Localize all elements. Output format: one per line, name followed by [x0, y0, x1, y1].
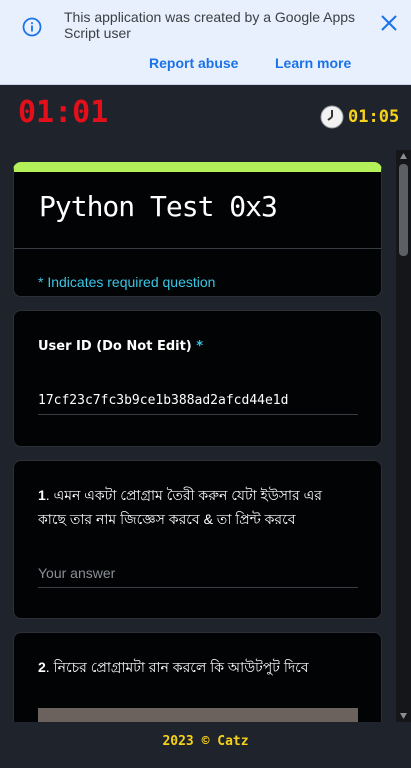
scroll-up-arrow-icon[interactable]	[399, 152, 408, 160]
report-abuse-link[interactable]: Report abuse	[149, 55, 238, 71]
title-divider	[14, 248, 381, 249]
form-title: Python Test 0x3	[39, 190, 278, 223]
required-asterisk: *	[196, 339, 204, 354]
question-2-number: 2	[38, 659, 46, 675]
question-1-number: 1	[38, 487, 46, 503]
question-2-text: নিচের প্রোগ্রামটা রান করলে কি আউটপুট দিব…	[53, 659, 309, 675]
scrollbar-thumb[interactable]	[399, 164, 408, 256]
question-label-user-id: User ID (Do Not Edit) *	[38, 335, 203, 359]
remaining-timer-value: 01:05	[348, 107, 400, 127]
remaining-timer: 01:05	[320, 105, 399, 129]
question-card-2: 2. নিচের প্রোগ্রামটা রান করলে কি আউটপুট …	[13, 632, 382, 722]
question-card-user-id: User ID (Do Not Edit) * 17cf23c7fc3b9ce1…	[13, 310, 382, 447]
question-1-text-line1: এমন একটা প্রোগ্রাম তৈরী করুন যেটা ইউসার …	[53, 487, 322, 503]
question-1-label: 1. এমন একটা প্রোগ্রাম তৈরী করুন যেটা ইউস…	[38, 487, 322, 527]
close-icon[interactable]	[378, 12, 400, 34]
required-note: * Indicates required question	[38, 274, 216, 290]
scrollbar[interactable]	[396, 150, 411, 722]
answer-input[interactable]: Your answer	[38, 565, 358, 588]
elapsed-timer: 01:01	[18, 95, 109, 130]
scroll-down-arrow-icon[interactable]	[399, 712, 408, 720]
user-id-field[interactable]: 17cf23c7fc3b9ce1b388ad2afcd44e1d	[38, 393, 358, 415]
clock-icon	[320, 105, 344, 129]
form-scroll-area[interactable]: Python Test 0x3 * Indicates required que…	[0, 150, 411, 722]
footer-text: 2023 © Catz	[162, 734, 249, 749]
question-2-image	[38, 708, 358, 722]
footer: 2023 © Catz	[0, 722, 411, 768]
question-1-text-line2: কাছে তার নাম জিজ্ঞেস করবে & তা প্রিন্ট ক…	[38, 511, 296, 527]
apps-script-banner: This application was created by a Google…	[0, 0, 411, 85]
question-card-1: 1. এমন একটা প্রোগ্রাম তৈরী করুন যেটা ইউস…	[13, 460, 382, 619]
question-2-label: 2. নিচের প্রোগ্রামটা রান করলে কি আউটপুট …	[38, 659, 309, 675]
form-title-card: Python Test 0x3 * Indicates required que…	[13, 162, 382, 297]
info-icon	[22, 17, 42, 37]
user-id-label: User ID (Do Not Edit)	[38, 339, 192, 354]
banner-message: This application was created by a Google…	[64, 9, 356, 41]
learn-more-link[interactable]: Learn more	[275, 55, 351, 71]
